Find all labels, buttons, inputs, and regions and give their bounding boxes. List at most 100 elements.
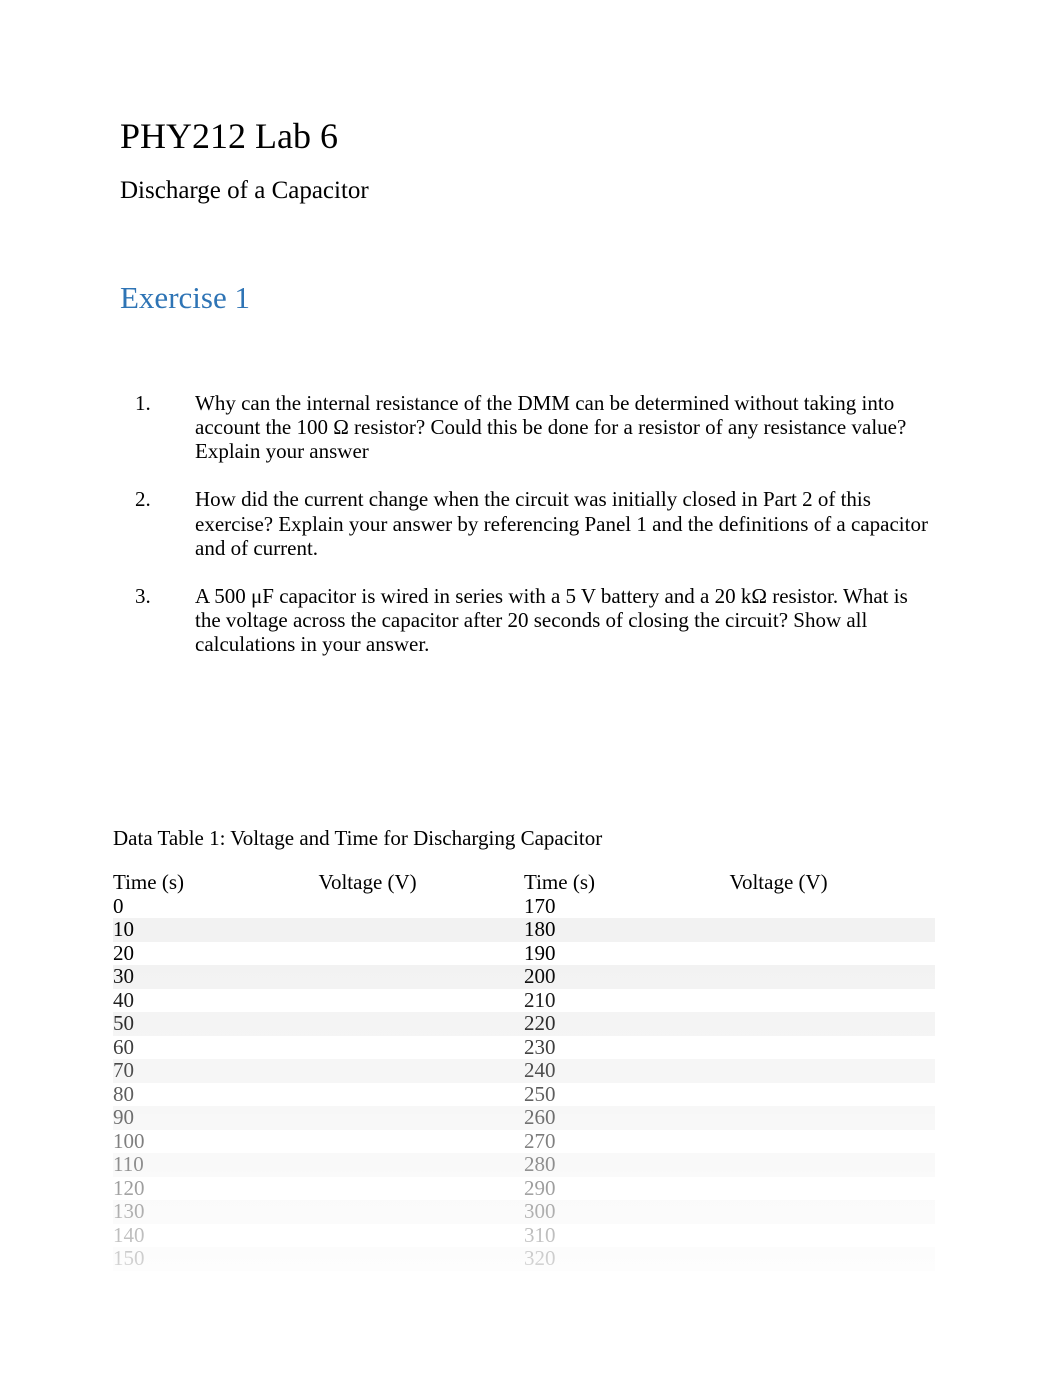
cell-time-a: 30 — [113, 965, 319, 989]
table-row: 20 190 — [113, 942, 935, 966]
question-number: 1. — [135, 391, 195, 463]
cell-time-b: 230 — [524, 1036, 730, 1060]
cell-volt-a — [319, 1130, 525, 1154]
cell-time-a: 70 — [113, 1059, 319, 1083]
cell-volt-a — [319, 1036, 525, 1060]
cell-volt-b — [730, 1247, 936, 1271]
cell-volt-a — [319, 895, 525, 919]
cell-time-b: 220 — [524, 1012, 730, 1036]
cell-volt-a — [319, 1153, 525, 1177]
table-row: 50 220 — [113, 1012, 935, 1036]
cell-volt-a — [319, 1059, 525, 1083]
cell-volt-b — [730, 989, 936, 1013]
table-row: 120 290 — [113, 1177, 935, 1201]
table-row: 80 250 — [113, 1083, 935, 1107]
cell-volt-a — [319, 1200, 525, 1224]
cell-volt-a — [319, 989, 525, 1013]
question-item: 3. A 500 μF capacitor is wired in series… — [135, 584, 942, 656]
question-number: 2. — [135, 487, 195, 559]
cell-time-b: 270 — [524, 1130, 730, 1154]
cell-time-a: 90 — [113, 1106, 319, 1130]
table-row: 150 320 — [113, 1247, 935, 1271]
table-header-row: Time (s) Voltage (V) Time (s) Voltage (V… — [113, 871, 935, 895]
cell-volt-a — [319, 918, 525, 942]
question-number: 3. — [135, 584, 195, 656]
table-row: 70 240 — [113, 1059, 935, 1083]
question-text: How did the current change when the circ… — [195, 487, 942, 559]
cell-volt-b — [730, 942, 936, 966]
cell-time-a: 60 — [113, 1036, 319, 1060]
question-text: A 500 μF capacitor is wired in series wi… — [195, 584, 942, 656]
header-volt-b: Voltage (V) — [730, 871, 936, 895]
cell-time-b: 170 — [524, 895, 730, 919]
table-row: 90 260 — [113, 1106, 935, 1130]
cell-volt-b — [730, 1200, 936, 1224]
table-row: 130 300 — [113, 1200, 935, 1224]
table-caption: Data Table 1: Voltage and Time for Disch… — [113, 826, 942, 851]
cell-volt-b — [730, 1106, 936, 1130]
cell-time-b: 250 — [524, 1083, 730, 1107]
question-text: Why can the internal resistance of the D… — [195, 391, 942, 463]
cell-time-a: 110 — [113, 1153, 319, 1177]
cell-time-b: 280 — [524, 1153, 730, 1177]
table-row: 60 230 — [113, 1036, 935, 1060]
table-row: 40 210 — [113, 989, 935, 1013]
header-time-a: Time (s) — [113, 871, 319, 895]
page-subtitle: Discharge of a Capacitor — [120, 177, 942, 205]
cell-time-b: 300 — [524, 1200, 730, 1224]
cell-time-a: 140 — [113, 1224, 319, 1248]
cell-volt-a — [319, 1083, 525, 1107]
cell-volt-b — [730, 1059, 936, 1083]
question-item: 1. Why can the internal resistance of th… — [135, 391, 942, 463]
cell-time-b: 200 — [524, 965, 730, 989]
table-row: 30 200 — [113, 965, 935, 989]
cell-volt-a — [319, 942, 525, 966]
cell-time-a: 130 — [113, 1200, 319, 1224]
cell-volt-b — [730, 1153, 936, 1177]
cell-time-b: 180 — [524, 918, 730, 942]
cell-volt-b — [730, 1083, 936, 1107]
cell-volt-b — [730, 895, 936, 919]
cell-volt-b — [730, 965, 936, 989]
cell-volt-a — [319, 1106, 525, 1130]
section-heading: Exercise 1 — [120, 280, 942, 316]
header-volt-a: Voltage (V) — [319, 871, 525, 895]
table-row: 0 170 — [113, 895, 935, 919]
cell-volt-a — [319, 965, 525, 989]
cell-time-b: 240 — [524, 1059, 730, 1083]
table-body: 0 170 10 180 20 190 30 200 40 210 — [113, 895, 935, 1271]
cell-time-b: 260 — [524, 1106, 730, 1130]
cell-volt-a — [319, 1012, 525, 1036]
header-time-b: Time (s) — [524, 871, 730, 895]
cell-time-b: 310 — [524, 1224, 730, 1248]
cell-time-b: 210 — [524, 989, 730, 1013]
table-row: 10 180 — [113, 918, 935, 942]
cell-time-b: 190 — [524, 942, 730, 966]
cell-time-a: 150 — [113, 1247, 319, 1271]
cell-volt-b — [730, 1130, 936, 1154]
cell-time-b: 290 — [524, 1177, 730, 1201]
page-title: PHY212 Lab 6 — [120, 115, 942, 157]
cell-time-a: 0 — [113, 895, 319, 919]
cell-volt-a — [319, 1247, 525, 1271]
table-row: 100 270 — [113, 1130, 935, 1154]
cell-volt-b — [730, 1177, 936, 1201]
cell-volt-a — [319, 1224, 525, 1248]
data-table: Time (s) Voltage (V) Time (s) Voltage (V… — [113, 871, 935, 1271]
cell-volt-b — [730, 1012, 936, 1036]
cell-time-a: 100 — [113, 1130, 319, 1154]
table-row: 140 310 — [113, 1224, 935, 1248]
cell-volt-a — [319, 1177, 525, 1201]
table-row: 110 280 — [113, 1153, 935, 1177]
cell-time-a: 80 — [113, 1083, 319, 1107]
cell-time-a: 10 — [113, 918, 319, 942]
cell-volt-b — [730, 918, 936, 942]
cell-time-b: 320 — [524, 1247, 730, 1271]
question-item: 2. How did the current change when the c… — [135, 487, 942, 559]
cell-time-a: 50 — [113, 1012, 319, 1036]
cell-volt-b — [730, 1224, 936, 1248]
cell-time-a: 20 — [113, 942, 319, 966]
cell-time-a: 40 — [113, 989, 319, 1013]
question-list: 1. Why can the internal resistance of th… — [120, 391, 942, 656]
cell-time-a: 120 — [113, 1177, 319, 1201]
